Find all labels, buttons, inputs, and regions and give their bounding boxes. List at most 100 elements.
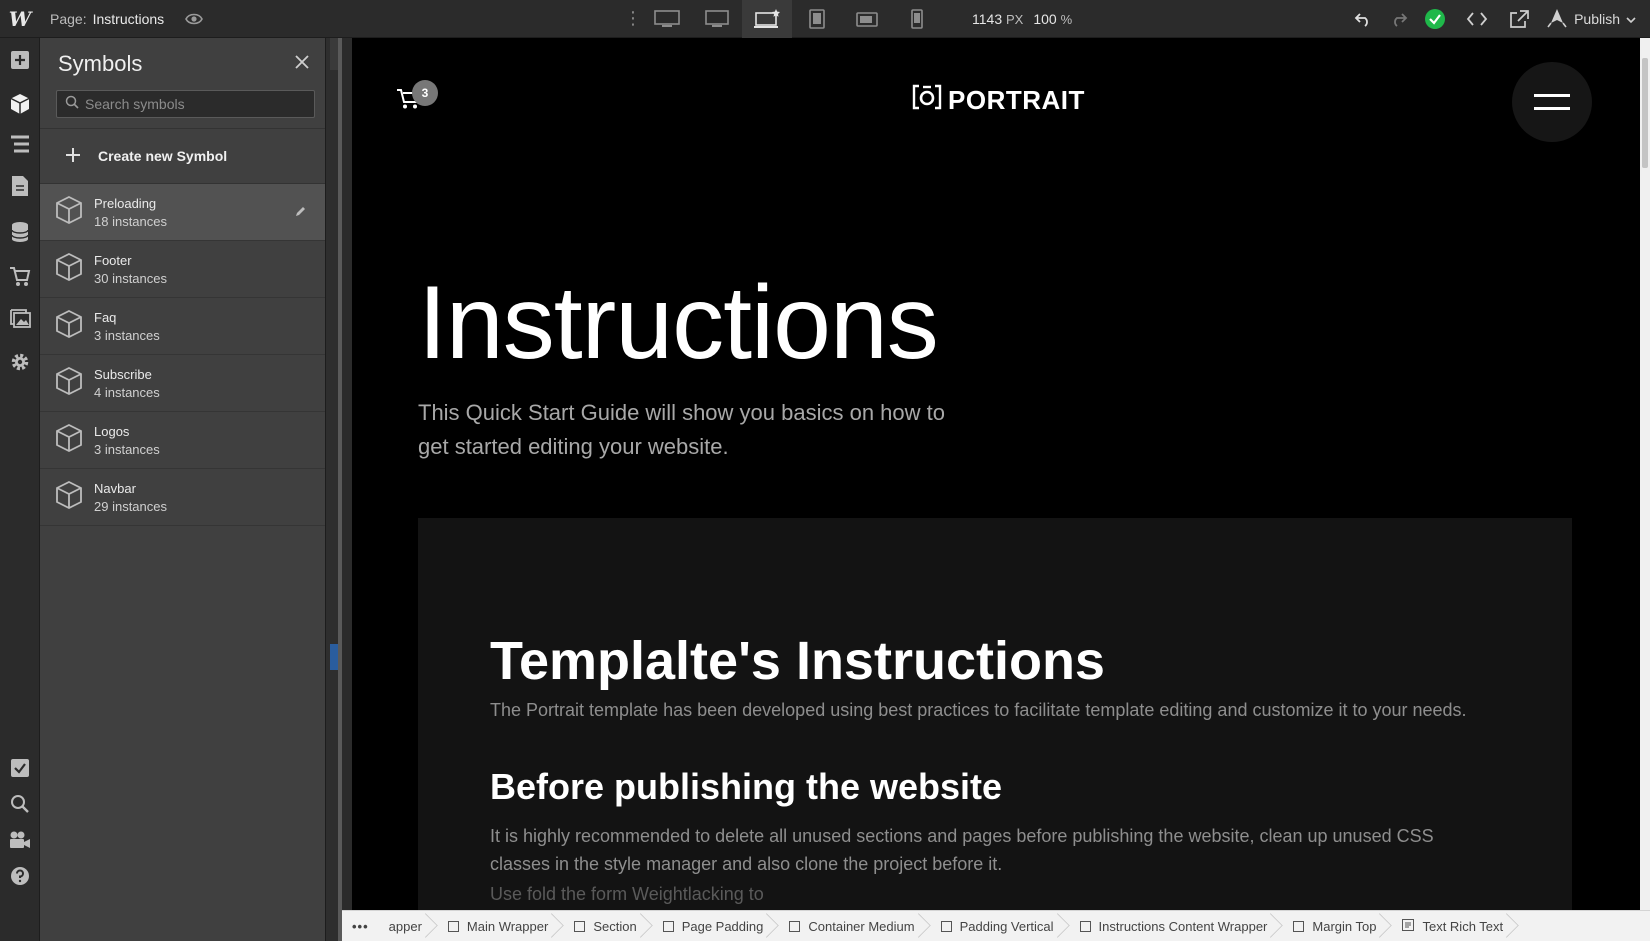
symbol-cube-icon — [54, 309, 84, 344]
share-icon[interactable] — [1498, 0, 1540, 38]
brand-logo[interactable]: PORTRAIT — [912, 84, 1085, 117]
symbol-item-logos[interactable]: Logos 3 instances — [40, 412, 325, 469]
symbol-instance-count: 3 instances — [94, 327, 160, 343]
create-symbol-label: Create new Symbol — [98, 148, 228, 164]
element-breadcrumb: ••• apper Main Wrapper Section Page Padd… — [342, 910, 1650, 941]
hero-subtitle: This Quick Start Guide will show you bas… — [418, 400, 946, 459]
canvas-size-readout: 1143 PX 100 % — [972, 0, 1072, 38]
canvas-scrollbar[interactable] — [1640, 38, 1650, 910]
symbol-item-navbar[interactable]: Navbar 29 instances — [40, 469, 325, 526]
symbol-item-preloading[interactable]: Preloading 18 instances — [40, 184, 325, 241]
symbol-instance-count: 3 instances — [94, 441, 160, 457]
tasks-checkbox-icon[interactable] — [0, 748, 40, 788]
breadcrumb-item[interactable]: Main Wrapper — [436, 911, 562, 941]
breadcrumb-item[interactable]: apper — [379, 911, 436, 941]
symbol-cube-icon — [54, 195, 84, 230]
symbol-instance-count: 29 instances — [94, 498, 167, 514]
breakpoint-large-icon[interactable] — [692, 0, 742, 38]
width-unit: PX — [1006, 12, 1024, 27]
breadcrumb-label: Page Padding — [681, 918, 764, 934]
breadcrumb-item[interactable]: Margin Top — [1281, 911, 1390, 941]
menu-line — [1534, 107, 1570, 110]
webflow-logo[interactable]: W — [0, 0, 40, 38]
symbol-cube-icon — [54, 423, 84, 458]
breadcrumb-item[interactable]: Text Rich Text — [1390, 911, 1517, 941]
chevron-down-icon — [1626, 11, 1636, 27]
rich-text-icon — [1402, 918, 1415, 934]
brand-name: PORTRAIT — [948, 85, 1085, 115]
camera-bracket-icon — [912, 84, 942, 117]
partial-text: Use fold the form Weightlacking to — [490, 884, 764, 904]
div-block-icon — [1079, 920, 1091, 932]
breakpoint-landscape-icon[interactable] — [842, 0, 892, 38]
code-export-icon[interactable] — [1456, 0, 1498, 38]
search-icon[interactable] — [0, 784, 40, 824]
add-elements-icon[interactable] — [0, 40, 40, 80]
breadcrumb-item[interactable]: Section — [562, 911, 650, 941]
symbols-cube-icon[interactable] — [0, 84, 40, 124]
content-intro: The Portrait template has been developed… — [490, 700, 1467, 720]
symbol-instance-count: 4 instances — [94, 384, 160, 400]
breakpoint-xl-icon[interactable] — [642, 0, 692, 38]
symbol-instance-count: 30 instances — [94, 270, 167, 286]
page-selector[interactable]: Page: Instructions — [40, 11, 164, 27]
create-new-symbol-button[interactable]: Create new Symbol — [40, 128, 325, 184]
symbols-panel: Symbols Create new Symbol Preloading 18 … — [40, 38, 326, 941]
more-options-icon[interactable]: ⋮ — [624, 9, 642, 27]
rocket-icon — [1546, 8, 1568, 31]
ecommerce-cart-icon[interactable] — [0, 256, 40, 296]
symbol-item-footer[interactable]: Footer 30 instances — [40, 241, 325, 298]
breadcrumb-item[interactable]: Padding Vertical — [929, 911, 1068, 941]
close-icon[interactable] — [295, 54, 309, 74]
cms-database-icon[interactable] — [0, 212, 40, 252]
scrollbar-thumb[interactable] — [1642, 58, 1648, 168]
symbol-item-faq[interactable]: Faq 3 instances — [40, 298, 325, 355]
symbol-item-subscribe[interactable]: Subscribe 4 instances — [40, 355, 325, 412]
symbol-cube-icon — [54, 480, 84, 515]
breakpoint-tablet-icon[interactable] — [792, 0, 842, 38]
breakpoint-desktop-icon[interactable] — [742, 0, 792, 38]
video-tutorials-icon[interactable] — [0, 820, 40, 860]
div-block-icon — [1293, 920, 1305, 932]
div-block-icon — [574, 920, 586, 932]
breakpoint-switcher — [642, 0, 942, 38]
navigator-icon[interactable] — [0, 124, 40, 164]
breadcrumb-label: Margin Top — [1312, 918, 1377, 934]
design-canvas[interactable]: 3 PORTRAIT Instructions This Quick Start… — [352, 38, 1640, 910]
saved-status-icon[interactable] — [1414, 0, 1456, 38]
breakpoint-portrait-icon[interactable] — [892, 0, 942, 38]
designer-topbar: W Page: Instructions ⋮ 1143 PX 100 % Pub… — [0, 0, 1650, 38]
strip-position-indicator — [330, 644, 338, 670]
panel-title: Symbols — [58, 51, 143, 76]
symbol-name: Logos — [94, 423, 130, 439]
panel-resize-strip[interactable] — [326, 38, 342, 941]
instructions-content-wrapper[interactable]: Templalte's Instructions The Portrait te… — [418, 518, 1572, 910]
panel-header: Symbols — [40, 38, 325, 90]
symbol-name: Footer — [94, 252, 132, 268]
width-value: 1143 — [972, 11, 1003, 27]
search-symbols-field[interactable] — [56, 90, 315, 118]
undo-icon[interactable] — [1342, 0, 1384, 38]
page-name: Instructions — [92, 10, 165, 27]
settings-gear-icon[interactable] — [0, 342, 40, 382]
zoom-unit: % — [1060, 12, 1073, 27]
breadcrumb-item[interactable]: Page Padding — [651, 911, 778, 941]
hamburger-menu-button[interactable] — [1512, 62, 1592, 142]
breadcrumb-label: Instructions Content Wrapper — [1098, 918, 1268, 934]
breadcrumb-item[interactable]: Instructions Content Wrapper — [1068, 911, 1282, 941]
redo-icon[interactable] — [1384, 0, 1414, 38]
breadcrumb-label: Padding Vertical — [959, 918, 1054, 934]
div-block-icon — [940, 920, 952, 932]
breadcrumb-more[interactable]: ••• — [342, 919, 379, 934]
publish-button[interactable]: Publish — [1540, 8, 1650, 31]
help-icon[interactable] — [0, 856, 40, 896]
breadcrumb-item[interactable]: Container Medium — [777, 911, 928, 941]
search-symbols-input[interactable] — [85, 96, 305, 112]
edit-pencil-icon[interactable] — [295, 204, 307, 222]
div-block-icon — [662, 920, 674, 932]
assets-images-icon[interactable] — [0, 299, 40, 339]
pages-icon[interactable] — [0, 166, 40, 206]
symbol-instance-count: 18 instances — [94, 213, 167, 229]
strip-handle[interactable] — [330, 38, 338, 70]
preview-eye-icon[interactable] — [184, 9, 204, 29]
